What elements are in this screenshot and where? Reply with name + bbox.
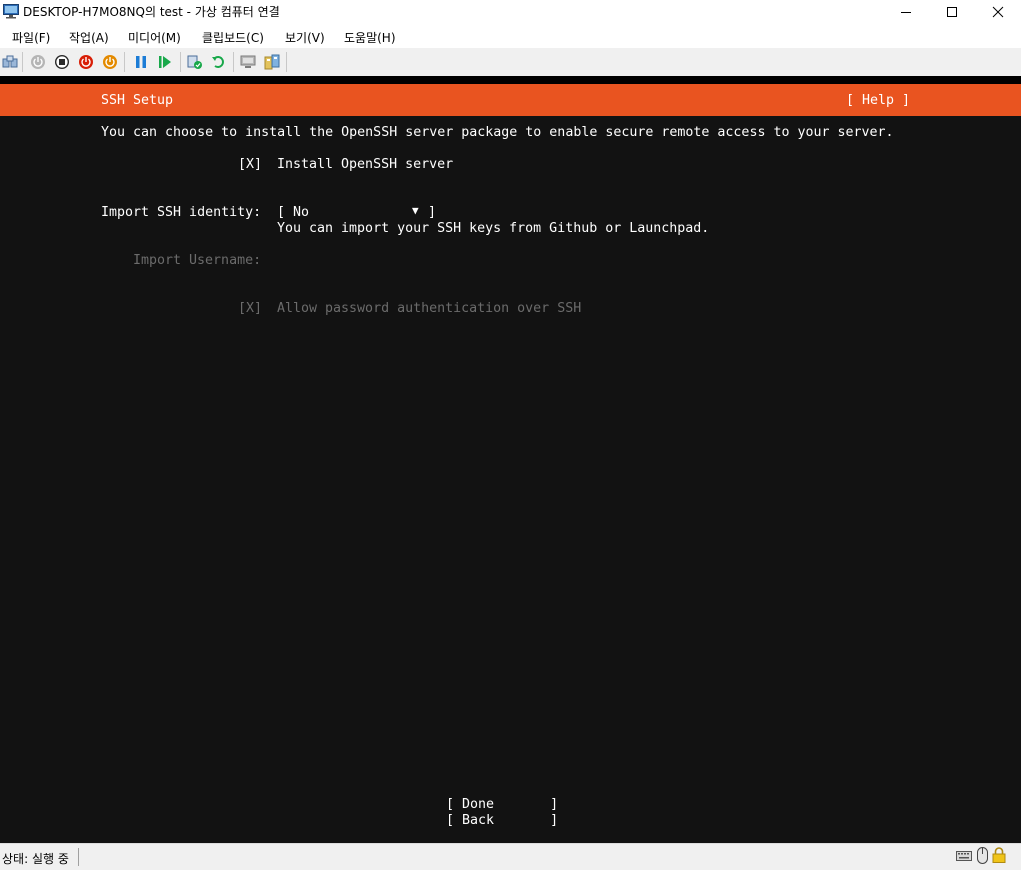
toolbar-separator: [22, 52, 23, 72]
status-separator: [78, 848, 79, 866]
close-button[interactable]: [975, 0, 1021, 24]
maximize-button[interactable]: [929, 0, 975, 24]
help-button[interactable]: [ Help ]: [846, 93, 910, 108]
installer-header: SSH Setup [ Help ]: [0, 84, 1021, 116]
import-identity-label: Import SSH identity:: [101, 205, 262, 220]
menu-file[interactable]: 파일(F): [12, 29, 50, 46]
close-icon: [992, 6, 1004, 18]
import-username-input[interactable]: [277, 251, 577, 269]
import-identity-value: [ No: [277, 205, 310, 220]
minimize-button[interactable]: [883, 0, 929, 24]
header-title: SSH Setup: [101, 93, 174, 108]
resume-icon[interactable]: [157, 54, 173, 70]
mouse-icon: [977, 847, 988, 864]
menu-media[interactable]: 미디어(M): [128, 29, 181, 46]
maximize-icon: [947, 7, 957, 17]
status-text: 상태: 실행 중: [2, 852, 69, 866]
toolbar-separator: [233, 52, 234, 72]
menu-bar: 파일(F) 작업(A) 미디어(M) 클립보드(C) 보기(V) 도움말(H): [0, 24, 1021, 48]
lock-icon: [992, 847, 1006, 863]
minimize-icon: [901, 12, 911, 13]
dropdown-close-bracket: ]: [428, 205, 437, 220]
revert-icon[interactable]: [211, 54, 227, 70]
title-bar: DESKTOP-H7MO8NQ의 test - 가상 컴퓨터 연결: [0, 0, 1021, 24]
menu-help[interactable]: 도움말(H): [344, 29, 396, 46]
checkpoint-icon[interactable]: [187, 54, 203, 70]
done-button[interactable]: [ Done ]: [446, 797, 558, 812]
install-openssh-label[interactable]: Install OpenSSH server: [277, 157, 453, 172]
pause-icon[interactable]: [133, 54, 149, 70]
intro-text: You can choose to install the OpenSSH se…: [101, 125, 894, 140]
import-username-label: Import Username:: [133, 253, 262, 268]
toolbar: [0, 48, 1021, 76]
keyboard-icon: [956, 851, 972, 861]
menu-view[interactable]: 보기(V): [285, 29, 325, 46]
start-icon[interactable]: [30, 54, 46, 70]
vm-connection-icon: [3, 4, 19, 19]
install-openssh-checkbox[interactable]: [X]: [238, 157, 262, 172]
menu-action[interactable]: 작업(A): [69, 29, 109, 46]
share-icon[interactable]: [264, 54, 280, 70]
turn-off-icon[interactable]: [54, 54, 70, 70]
status-bar: 상태: 실행 중: [0, 843, 1021, 870]
vm-top-border: [0, 76, 1021, 84]
enhanced-session-icon[interactable]: [240, 54, 256, 70]
chevron-down-icon: ▼: [412, 204, 419, 217]
back-button[interactable]: [ Back ]: [446, 813, 558, 828]
save-icon[interactable]: [102, 54, 118, 70]
allow-password-label: Allow password authentication over SSH: [277, 301, 582, 316]
toolbar-separator: [124, 52, 125, 72]
window-title: DESKTOP-H7MO8NQ의 test - 가상 컴퓨터 연결: [23, 5, 280, 19]
allow-password-checkbox[interactable]: [X]: [238, 301, 262, 316]
vm-screen[interactable]: SSH Setup [ Help ] You can choose to ins…: [0, 76, 1021, 843]
import-identity-help: You can import your SSH keys from Github…: [277, 221, 710, 236]
shut-down-icon[interactable]: [78, 54, 94, 70]
menu-clipboard[interactable]: 클립보드(C): [202, 29, 264, 46]
toolbar-separator: [180, 52, 181, 72]
ctrl-alt-del-icon[interactable]: [2, 54, 18, 70]
toolbar-separator: [286, 52, 287, 72]
